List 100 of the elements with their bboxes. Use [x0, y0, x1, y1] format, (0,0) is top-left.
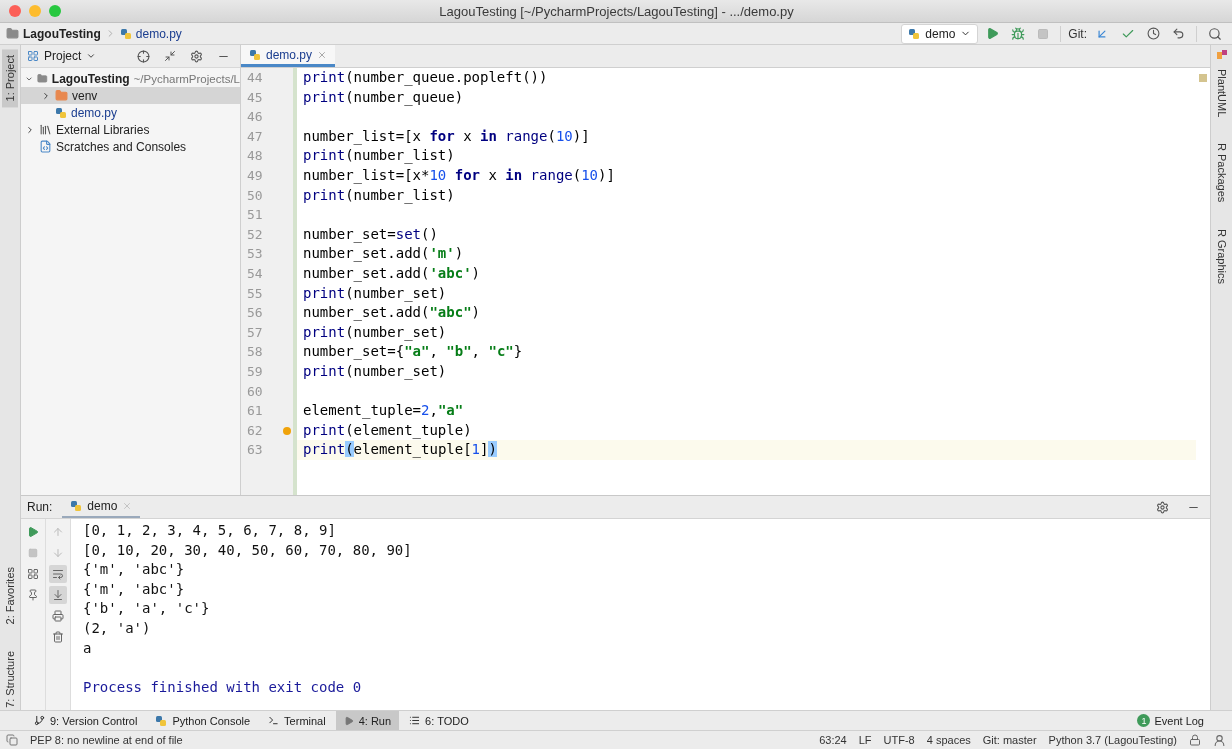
status-item[interactable]: UTF-8	[883, 734, 915, 746]
tool-window-tab[interactable]: PlantUML	[1213, 63, 1230, 124]
git-label: Git:	[1068, 26, 1087, 41]
code-text: print(number_set)	[303, 361, 447, 382]
status-item[interactable]: 4 spaces	[926, 734, 971, 746]
tree-item[interactable]: demo.py	[21, 104, 240, 121]
line-number: 61	[246, 402, 263, 421]
line-number: 57	[246, 323, 263, 342]
code-text: number_set=set()	[303, 224, 438, 245]
line-number: 58	[246, 343, 263, 362]
print-icon[interactable]	[49, 607, 67, 625]
tree-item-label: LagouTesting	[51, 71, 130, 86]
tree-item-label: External Libraries	[56, 122, 150, 137]
line-number: 55	[246, 284, 263, 303]
run-configuration-dropdown[interactable]: demo	[901, 23, 979, 44]
tool-window-tab[interactable]: R Packages	[1213, 137, 1230, 209]
tool-window-tab[interactable]: 2: Favorites	[2, 561, 18, 631]
code-text: print(number_queue)	[303, 87, 464, 108]
console-output-line: [0, 10, 20, 30, 40, 50, 60, 70, 80, 90]	[83, 540, 413, 560]
line-number: 54	[246, 264, 263, 283]
libraries-icon	[39, 123, 52, 136]
notification-badge: 1	[1137, 714, 1151, 727]
line-number: 52	[246, 225, 263, 244]
run-tab[interactable]: demo	[62, 496, 141, 518]
panel-icon	[27, 50, 39, 62]
project-view-dropdown[interactable]: Project	[27, 49, 97, 63]
tool-window-tab[interactable]: 7: Structure	[2, 644, 18, 714]
code-text: number_list=[x for x in range(10)]	[303, 126, 590, 147]
python-icon	[908, 27, 921, 40]
branch-icon	[34, 715, 45, 726]
code-text: print(number_queue.popleft())	[303, 68, 548, 88]
console-output-line: (2, 'a')	[83, 618, 152, 638]
code-text: print(number_list)	[303, 185, 455, 206]
inspector-person-icon[interactable]	[1213, 733, 1226, 747]
line-number: 44	[246, 69, 263, 87]
console-output-line: [0, 1, 2, 3, 4, 5, 6, 7, 8, 9]	[83, 521, 337, 540]
code-text: number_set.add('abc')	[303, 263, 481, 284]
close-window-button[interactable]	[9, 5, 21, 17]
play-icon	[343, 715, 354, 726]
tool-window-button[interactable]: 6: TODO	[401, 711, 477, 730]
breadcrumb[interactable]: LagouTesting	[23, 26, 101, 41]
warning-marker-icon[interactable]	[1199, 74, 1207, 82]
code-text: number_list=[x*10 for x in range(10)]	[303, 165, 615, 186]
lock-icon[interactable]	[1189, 734, 1201, 746]
line-number: 62	[246, 421, 263, 440]
list-icon	[409, 715, 421, 726]
status-item[interactable]: Git: master	[982, 734, 1037, 746]
folder-icon	[37, 72, 48, 85]
folder-icon	[6, 27, 19, 40]
tool-windows-toggle-icon[interactable]	[6, 734, 18, 746]
code-text: number_set.add("abc")	[303, 303, 481, 323]
console-output-line: {'m', 'abc'}	[83, 560, 186, 580]
line-number: 56	[246, 304, 263, 323]
code-text: print(number_set)	[303, 283, 447, 304]
plantuml-icon[interactable]	[1215, 49, 1228, 61]
close-icon[interactable]	[317, 49, 328, 60]
tree-item[interactable]: venv	[21, 87, 240, 104]
folder-icon	[55, 89, 68, 102]
tool-window-button[interactable]: 9: Version Control	[26, 711, 146, 730]
tool-window-button[interactable]: Terminal	[260, 711, 334, 730]
event-log-button[interactable]: 1 Event Log	[1137, 714, 1204, 727]
breadcrumb[interactable]: demo.py	[135, 26, 182, 41]
run-label: Run:	[27, 500, 53, 514]
line-number: 46	[246, 108, 263, 127]
python-file-icon	[249, 48, 261, 61]
code-text: print(element_tuple[1])	[303, 440, 497, 460]
tool-window-tab[interactable]: R Graphics	[1213, 222, 1230, 290]
console-output-line: {'m', 'abc'}	[83, 579, 186, 599]
line-number: 50	[246, 186, 263, 205]
line-number: 51	[246, 206, 263, 225]
line-number: 47	[246, 127, 263, 146]
tool-window-tab[interactable]: 1: Project	[2, 49, 18, 108]
scroll-to-end-icon[interactable]	[49, 586, 67, 604]
code-text: number_set={"a", "b", "c"}	[303, 342, 523, 362]
tree-item-label: Scratches and Consoles	[56, 139, 187, 154]
line-number: 53	[246, 245, 263, 264]
tree-item[interactable]: External Libraries	[21, 121, 240, 138]
python-icon	[70, 500, 83, 512]
soft-wrap-icon[interactable]	[49, 565, 67, 583]
code-text: print(number_list)	[303, 146, 455, 166]
line-number: 48	[246, 147, 263, 166]
line-number: 49	[246, 166, 263, 185]
status-item[interactable]: LF	[858, 734, 872, 746]
tool-window-button[interactable]: Python Console	[147, 711, 259, 730]
tree-item[interactable]: Scratches and Consoles	[21, 138, 240, 155]
status-item[interactable]: Python 3.7 (LagouTesting)	[1048, 734, 1177, 746]
code-text: print(number_set)	[303, 322, 447, 343]
status-message: PEP 8: no newline at end of file	[30, 734, 183, 746]
tree-item-label: venv	[72, 88, 98, 103]
window-title: LagouTesting [~/PycharmProjects/LagouTesting] - .../demo.py	[438, 3, 795, 19]
line-number: 60	[246, 382, 263, 401]
console-output-line: Process finished with exit code 0	[83, 677, 363, 697]
line-number: 45	[246, 88, 263, 107]
dropdown-caret-icon	[86, 51, 97, 61]
tool-window-button[interactable]: 4: Run	[335, 711, 400, 730]
status-item[interactable]: 63:24	[819, 734, 847, 746]
python-file-icon	[55, 106, 67, 119]
tree-item[interactable]: LagouTesting ~/PycharmProjects/L	[21, 70, 240, 87]
editor-tab[interactable]: demo.py	[241, 45, 336, 67]
code-text: element_tuple=2,"a"	[303, 401, 464, 421]
